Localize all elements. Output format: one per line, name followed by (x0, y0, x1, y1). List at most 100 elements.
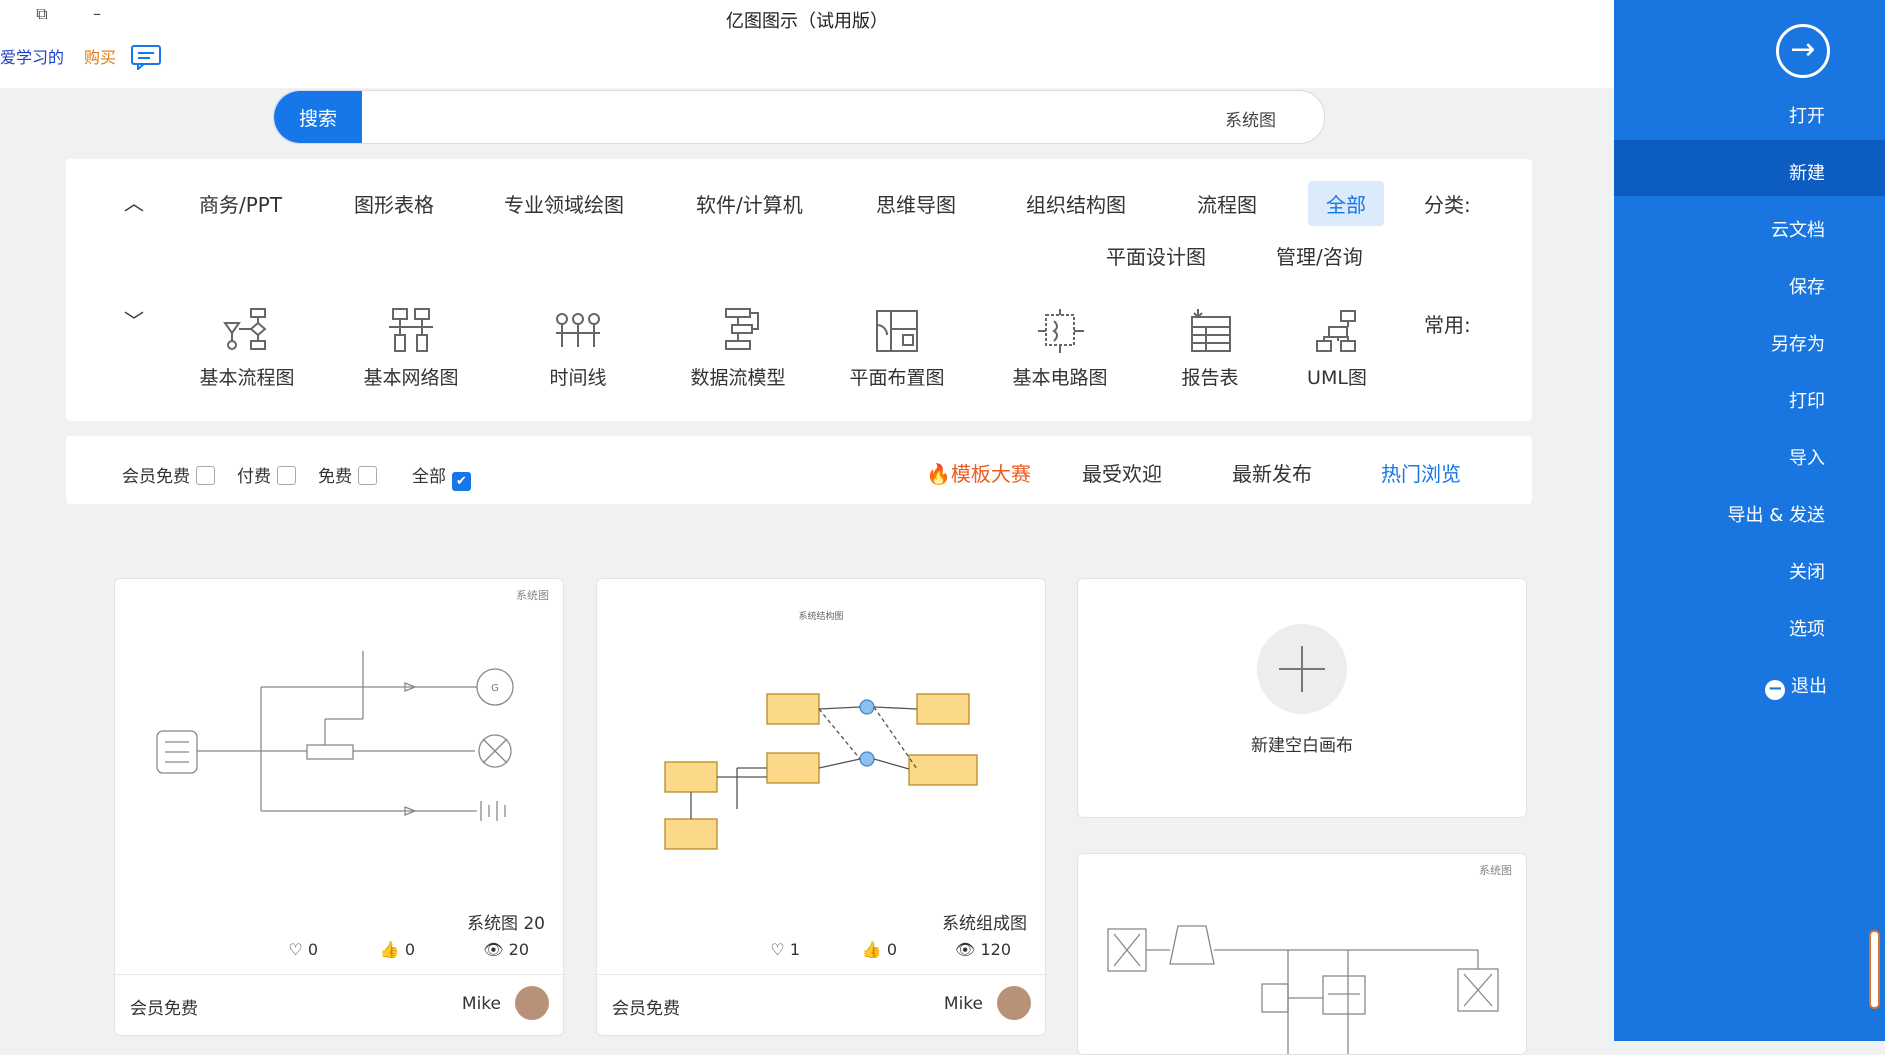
sidebar-item-cloud[interactable]: 云文档 (1771, 216, 1825, 242)
scrollbar-thumb[interactable] (1869, 930, 1880, 1009)
favorites-count: 1 (789, 940, 800, 959)
minimize-icon[interactable]: – (85, 4, 109, 23)
sidebar: → 打开 新建 云文档 保存 另存为 打印 导入 导出 & 发送 关闭 选项 −… (1614, 0, 1885, 1041)
common-report-label: 报告表 (1181, 367, 1239, 389)
avatar (997, 986, 1031, 1020)
views-count: 120 (980, 940, 1011, 959)
common-timeline[interactable]: 时间线 (503, 307, 653, 390)
likes-stat[interactable]: 👍 0 (380, 940, 415, 959)
sidebar-item-options[interactable]: 选项 (1789, 615, 1825, 641)
fire-icon: 🔥 (926, 462, 951, 486)
author-name[interactable]: Mike (944, 994, 983, 1014)
template-card[interactable]: 系统图 G 系统图 20 👁 20 👍 0 ♡ 0 Mike 会员免费 (114, 578, 564, 1036)
plus-icon (1257, 624, 1347, 714)
filter-all[interactable]: 全部 ✔ (412, 462, 471, 491)
sidebar-selected-highlight (1614, 140, 1885, 196)
card-title: 系统组成图 (942, 914, 1027, 934)
flowchart-icon (223, 308, 267, 350)
common-floor-plan-label: 平面布置图 (849, 367, 945, 389)
category-org-chart[interactable]: 组织结构图 (1026, 189, 1126, 218)
favorites-stat[interactable]: ♡ 1 (770, 940, 800, 959)
sidebar-item-print[interactable]: 打印 (1789, 387, 1825, 413)
common-circuit[interactable]: 基本电路图 (985, 307, 1135, 390)
category-label: 分类: (1424, 193, 1471, 217)
common-data-flow[interactable]: 数据流模型 (663, 307, 813, 390)
sidebar-item-open[interactable]: 打开 (1789, 102, 1825, 128)
favorites-count: 0 (307, 940, 318, 959)
common-flowchart[interactable]: 基本流程图 (172, 307, 322, 390)
thumbs-up-icon: 👍 (861, 940, 882, 959)
sidebar-item-new[interactable]: 新建 (1789, 159, 1825, 185)
filter-paid[interactable]: 付费 (237, 462, 296, 487)
card-divider (115, 974, 563, 975)
filter-free-label: 免费 (318, 467, 352, 487)
heart-icon: ♡ (288, 940, 303, 959)
common-floor-plan[interactable]: 平面布置图 (822, 307, 972, 390)
category-graphic-table[interactable]: 图形表格 (354, 189, 434, 218)
sidebar-item-save-as[interactable]: 另存为 (1771, 330, 1825, 356)
category-flowchart[interactable]: 流程图 (1197, 189, 1257, 218)
category-software[interactable]: 软件/计算机 (696, 189, 803, 218)
common-report[interactable]: 报告表 (1135, 307, 1285, 390)
category-mindmap[interactable]: 思维导图 (876, 189, 956, 218)
favorites-stat[interactable]: ♡ 0 (288, 940, 318, 959)
checkbox (358, 466, 377, 485)
floor-plan-icon (876, 310, 918, 352)
sidebar-item-import[interactable]: 导入 (1789, 444, 1825, 470)
window-title: 亿图图示（试用版） (726, 11, 888, 32)
tab-popular[interactable]: 最受欢迎 (1082, 458, 1162, 487)
minus-circle-icon: − (1765, 680, 1786, 700)
buy-link[interactable]: 购买 (84, 44, 116, 68)
sidebar-item-exit[interactable]: − 退出 (1765, 672, 1827, 700)
category-management[interactable]: 管理/咨询 (1276, 241, 1363, 270)
expand-chevron-down-icon[interactable]: ﹀ (124, 305, 144, 334)
card-divider (597, 974, 1045, 975)
study-link[interactable]: 爱学习的 (0, 44, 64, 68)
category-all[interactable]: 全部 (1308, 181, 1384, 226)
checkbox (277, 466, 296, 485)
views-count: 20 (508, 940, 529, 959)
author-name[interactable]: Mike (462, 994, 501, 1014)
common-label: 常用: (1424, 313, 1471, 337)
category-business-ppt[interactable]: 商务/PPT (199, 189, 282, 218)
heart-icon: ♡ (770, 940, 785, 959)
network-icon (389, 308, 433, 352)
common-circuit-label: 基本电路图 (1012, 367, 1108, 389)
category-professional[interactable]: 专业领域绘图 (504, 189, 624, 218)
report-table-icon (1191, 309, 1231, 352)
title-bar: 亿图图示（试用版） ⧉ – 爱学习的 购买 (0, 0, 1614, 88)
sidebar-item-exit-label: 退出 (1791, 676, 1827, 697)
common-flowchart-label: 基本流程图 (199, 367, 295, 389)
tab-hot[interactable]: 热门浏览 (1381, 458, 1461, 487)
new-blank-canvas-card[interactable]: 新建空白画布 (1077, 578, 1527, 818)
collapse-chevron-up-icon[interactable]: ︿ (124, 187, 144, 216)
feedback-icon[interactable] (130, 44, 162, 74)
filter-member-free[interactable]: 会员免费 (122, 462, 215, 487)
search-input[interactable] (369, 91, 1278, 143)
category-graphic-design[interactable]: 平面设计图 (1106, 241, 1206, 270)
thumbs-up-icon: 👍 (379, 940, 400, 959)
search-button[interactable]: 搜索 (274, 91, 362, 143)
svg-text:G: G (491, 683, 499, 694)
data-flow-icon (725, 308, 759, 350)
tab-latest[interactable]: 最新发布 (1232, 458, 1312, 487)
check-icon: ✔ (452, 472, 471, 491)
tab-contest[interactable]: 🔥模板大赛 (926, 458, 1031, 487)
system-diagram-thumbnail (1107, 925, 1499, 1054)
filter-bar: 热门浏览 最新发布 最受欢迎 🔥模板大赛 全部 ✔ 免费 付费 会员免费 (66, 436, 1532, 504)
filter-free[interactable]: 免费 (318, 462, 377, 487)
sidebar-item-close[interactable]: 关闭 (1789, 558, 1825, 584)
search-bar: 搜索 (273, 90, 1325, 144)
restore-icon[interactable]: ⧉ (30, 4, 54, 24)
eye-icon: 👁 (955, 940, 976, 959)
template-card[interactable]: 系统结构图 系统组成图 👁 120 👍 0 ♡ 1 Mike 会员免费 (596, 578, 1046, 1036)
open-arrow-icon[interactable]: → (1776, 24, 1830, 78)
template-card[interactable]: 系统图 (1077, 853, 1527, 1055)
sidebar-item-export[interactable]: 导出 & 发送 (1728, 501, 1825, 527)
uml-icon (1316, 310, 1356, 352)
common-network[interactable]: 基本网络图 (336, 307, 486, 390)
price-label: 会员免费 (612, 999, 680, 1019)
likes-stat[interactable]: 👍 0 (862, 940, 897, 959)
sidebar-item-save[interactable]: 保存 (1789, 273, 1825, 299)
new-blank-canvas-label: 新建空白画布 (1251, 736, 1353, 756)
